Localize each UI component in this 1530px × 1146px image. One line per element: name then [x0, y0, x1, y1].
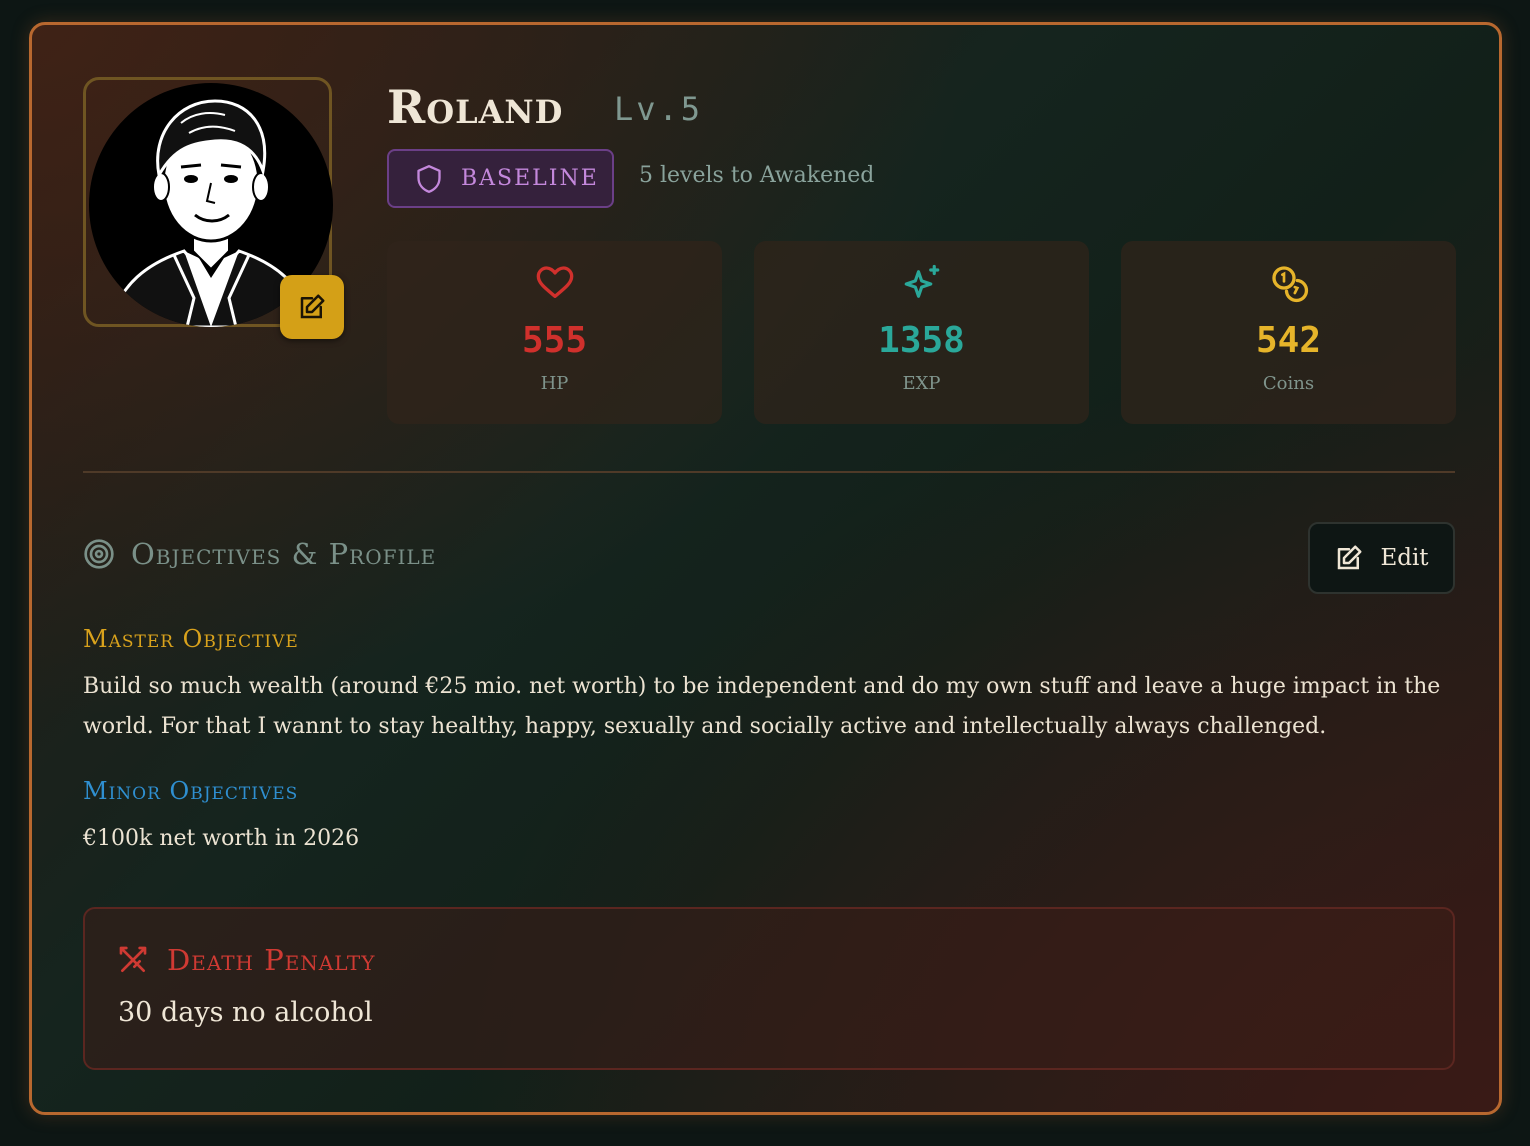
rank-badge: BASELINE	[387, 149, 614, 208]
section-title: Objectives & Profile	[131, 537, 437, 571]
sparkle-icon	[904, 264, 939, 298]
avatar-edit-button[interactable]	[280, 275, 344, 339]
edit-label: Edit	[1380, 545, 1429, 571]
character-name: Roland	[387, 80, 564, 134]
death-penalty-title: Death Penalty	[167, 943, 376, 977]
divider	[83, 471, 1455, 473]
edit-objectives-button[interactable]: Edit	[1308, 522, 1455, 594]
minor-objective-text: €100k net worth in 2026	[83, 826, 360, 851]
shield-icon	[417, 164, 441, 193]
minor-objectives-heading: Minor Objectives	[83, 777, 299, 805]
exp-label: EXP	[902, 373, 941, 394]
edit-icon	[300, 294, 325, 319]
stat-exp: 1358 EXP	[754, 241, 1089, 424]
heart-icon	[536, 266, 573, 298]
target-icon	[84, 539, 114, 569]
death-penalty-header: Death Penalty	[117, 943, 375, 977]
hp-label: HP	[540, 373, 569, 394]
rank-label: BASELINE	[461, 166, 599, 191]
coins-label: Coins	[1262, 373, 1315, 394]
death-penalty-box: Death Penalty 30 days no alcohol	[83, 907, 1455, 1070]
coins-value: 542	[1255, 320, 1322, 361]
stat-hp: 555 HP	[387, 241, 722, 424]
objectives-header: Objectives & Profile	[83, 537, 436, 571]
character-level: Lv.5	[614, 90, 704, 128]
exp-value: 1358	[878, 320, 965, 361]
death-penalty-text: 30 days no alcohol	[118, 997, 373, 1028]
hp-value: 555	[521, 320, 588, 361]
stat-coins: 542 Coins	[1121, 241, 1456, 424]
next-rank-hint: 5 levels to Awakened	[639, 163, 875, 188]
edit-icon	[1338, 545, 1362, 570]
profile-card: Roland Lv.5 BASELINE 5 levels to Awakene…	[29, 22, 1502, 1115]
crossed-swords-icon	[119, 946, 147, 972]
master-objective-text: Build so much wealth (around €25 mio. ne…	[83, 674, 1441, 739]
master-objective-heading: Master Objective	[83, 625, 299, 653]
coins-icon	[1271, 266, 1308, 303]
